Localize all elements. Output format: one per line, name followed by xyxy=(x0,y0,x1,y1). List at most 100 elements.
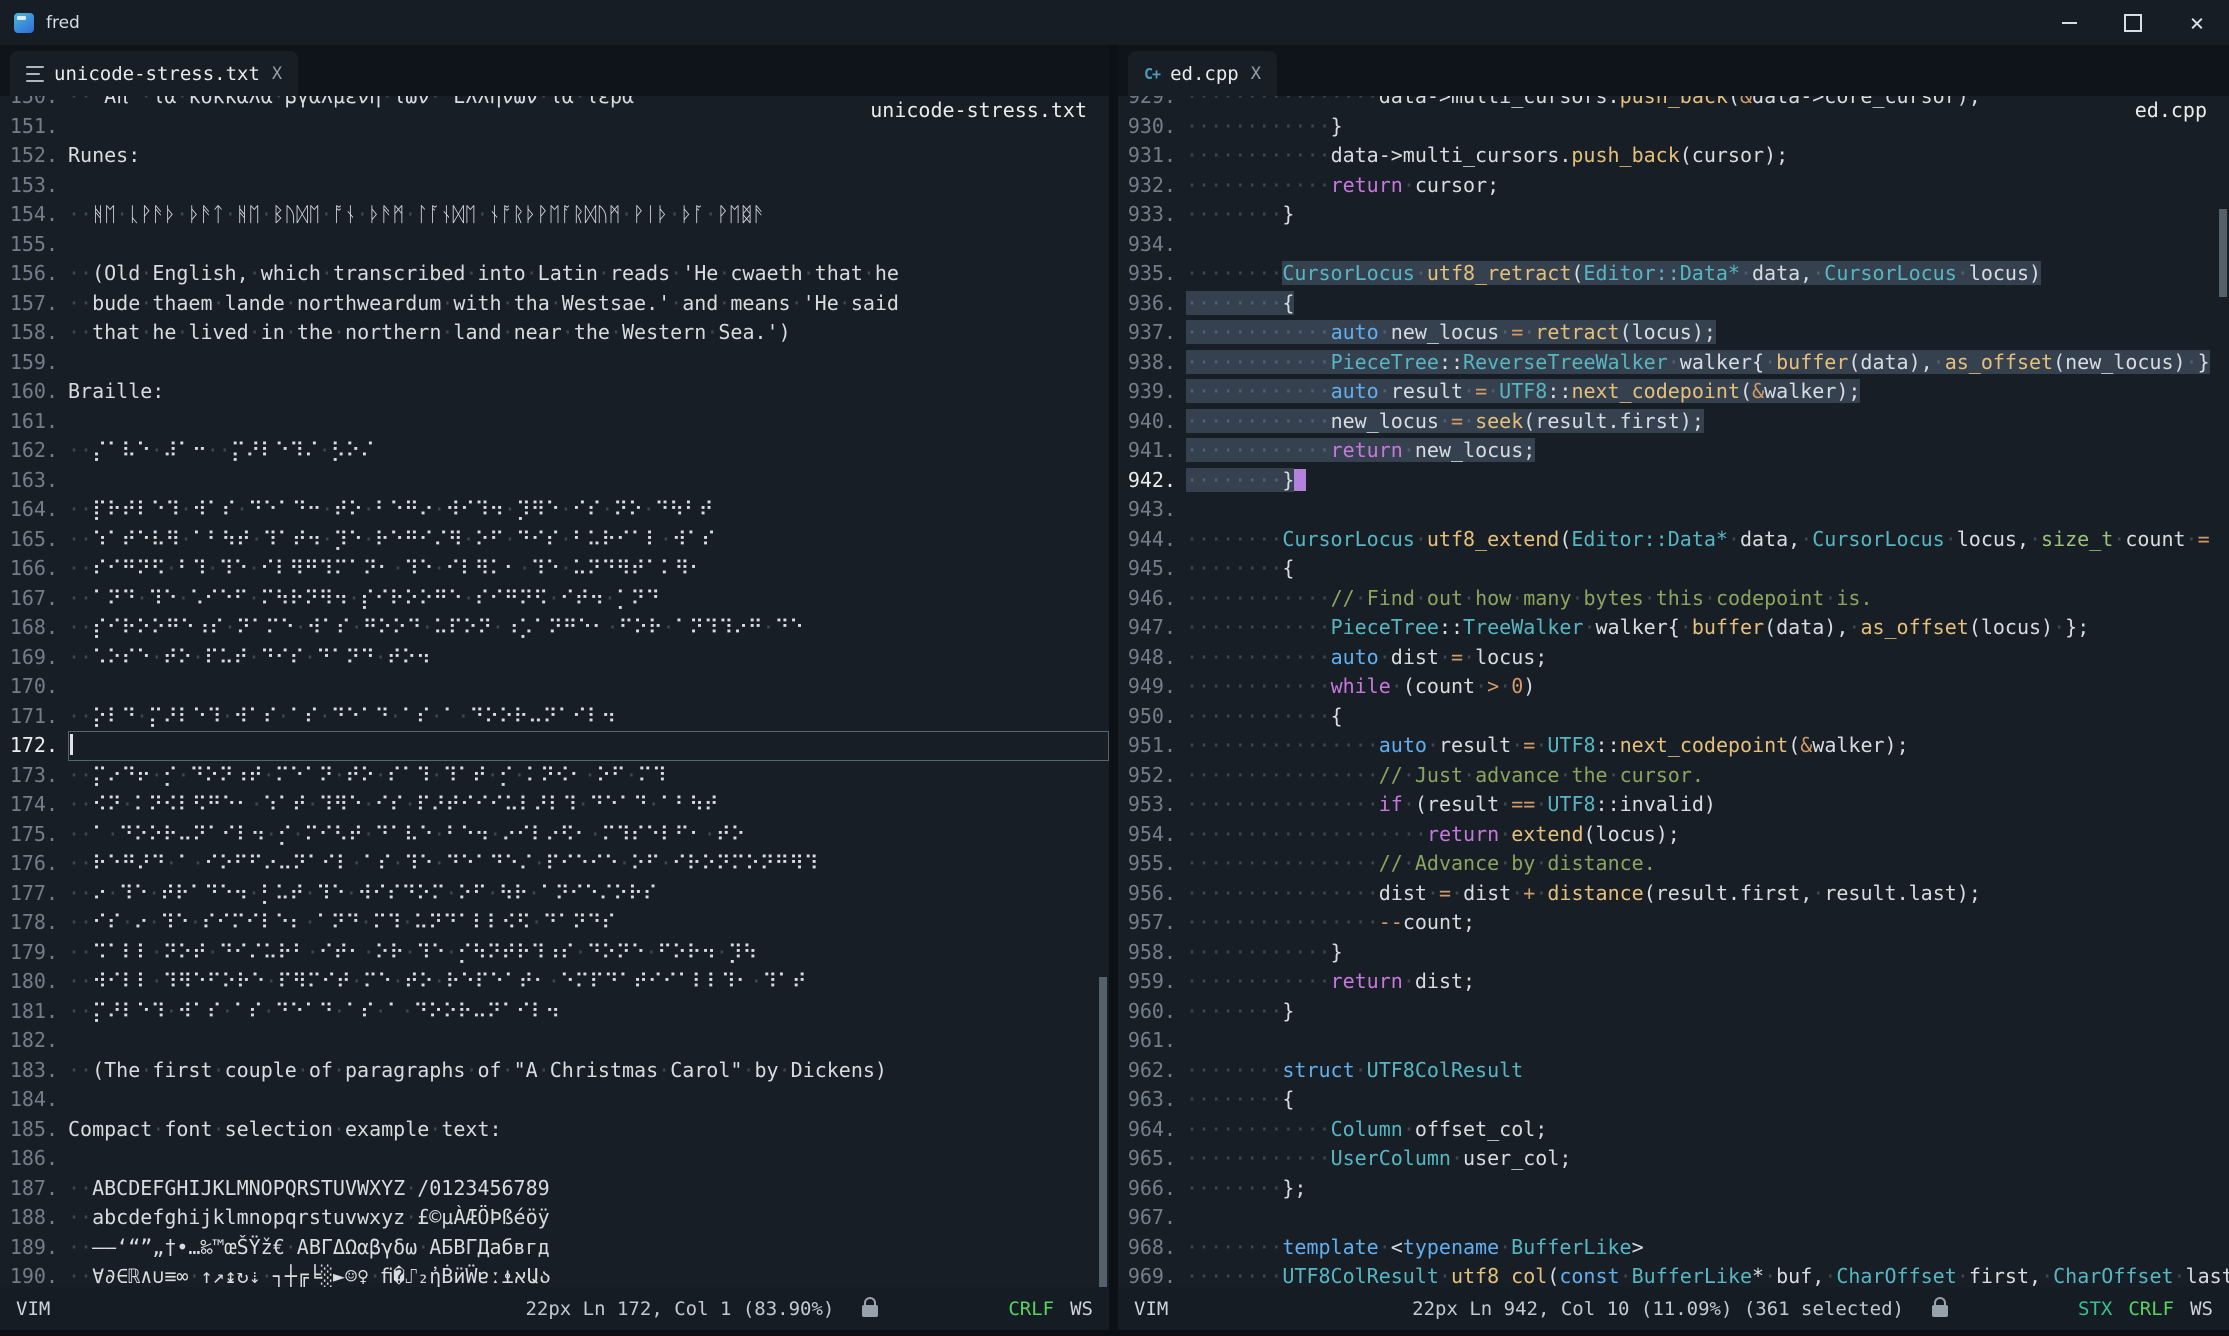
code-area-right[interactable]: ed.cpp 929.················data->multi_c… xyxy=(1118,96,2229,1287)
line-text: ··(The·first·couple·of·paragraphs·of·"A·… xyxy=(68,1056,1109,1086)
tab-close-icon[interactable]: X xyxy=(272,64,282,84)
window-title: fred xyxy=(46,13,80,33)
line-text: ············while·(count·>·0) xyxy=(1186,672,2229,702)
line-number: 173. xyxy=(0,761,68,791)
status-flag-stx: STX xyxy=(2078,1298,2112,1320)
code-line: 183.··(The·first·couple·of·paragraphs·of… xyxy=(0,1056,1109,1086)
scrollbar-thumb-right[interactable] xyxy=(2219,209,2227,297)
code-line: 968.········template·<typename·BufferLik… xyxy=(1118,1233,2229,1263)
line-number: 176. xyxy=(0,849,68,879)
scrollbar-left[interactable] xyxy=(1097,96,1109,1287)
tab-bar-right: C+ ed.cpp X xyxy=(1118,45,2229,96)
code-line: 153. xyxy=(0,171,1109,201)
code-line: 157.··bude·thaem·lande·northweardum·with… xyxy=(0,289,1109,319)
code-line: 953.················if·(result·==·UTF8::… xyxy=(1118,790,2229,820)
line-number: 158. xyxy=(0,318,68,348)
line-text: ··ABCDEFGHIJKLMNOPQRSTUVWXYZ·/0123456789 xyxy=(68,1174,1109,1204)
line-number: 150. xyxy=(0,96,68,112)
line-number: 957. xyxy=(1118,908,1186,938)
code-line: 943. xyxy=(1118,495,2229,525)
line-text: ········} xyxy=(1186,200,2229,230)
editor-split: unicode-stress.txt X unicode-stress.txt … xyxy=(0,45,2229,1330)
line-number: 942. xyxy=(1118,466,1186,496)
line-text xyxy=(68,731,1109,761)
tab-ed-cpp[interactable]: C+ ed.cpp X xyxy=(1128,51,1277,96)
tab-close-icon[interactable]: X xyxy=(1251,64,1261,84)
pane-divider[interactable] xyxy=(1109,45,1118,1330)
close-button[interactable]: × xyxy=(2165,0,2229,45)
code-line: 154.··ᚻᛖ·ᚳᚹᚫᚦ·ᚦᚫᛏ·ᚻᛖ·ᛒᚢᛞᛖ·ᚩᚾ·ᚦᚫᛗ·ᛚᚪᚾᛞᛖ·ᚾ… xyxy=(0,200,1109,230)
line-number: 175. xyxy=(0,820,68,850)
tab-unicode-stress[interactable]: unicode-stress.txt X xyxy=(10,51,298,96)
line-number: 932. xyxy=(1118,171,1186,201)
status-bar-right: VIM 22px Ln 942, Col 10 (11.09%) (361 se… xyxy=(1118,1287,2229,1330)
code-line: 937.············auto·new_locus·=·retract… xyxy=(1118,318,2229,348)
code-line: 963.········{ xyxy=(1118,1085,2229,1115)
scrollbar-thumb-left[interactable] xyxy=(1099,977,1107,1287)
line-text: ············auto·dist·=·locus; xyxy=(1186,643,2229,673)
line-number: 936. xyxy=(1118,289,1186,319)
text-cursor xyxy=(1294,469,1306,491)
code-line: 177.··⠔·⠹⠑·⠞⠗⠁⠙⠑⠲·⡃⠥⠞·⠹⠑·⠺⠊⠎⠙⠕⠍·⠕⠋·⠳⠗·⠁⠝… xyxy=(0,879,1109,909)
maximize-icon xyxy=(2124,14,2142,32)
line-text xyxy=(1186,1203,2229,1233)
line-number: 963. xyxy=(1118,1085,1186,1115)
line-number: 968. xyxy=(1118,1233,1186,1263)
line-text: ··⡕⠇⠙·⡍⠜⠇⠑⠹·⠺⠁⠎·⠁⠎·⠙⠑⠁⠙·⠁⠎·⠁·⠙⠕⠕⠗⠤⠝⠁⠊⠇⠲ xyxy=(68,702,1109,732)
line-number: 189. xyxy=(0,1233,68,1263)
line-number: 943. xyxy=(1118,495,1186,525)
line-number: 931. xyxy=(1118,141,1186,171)
line-text: ··⡍⠔⠙⠖·⡊·⠙⠕⠝⠰⠞·⠍⠑⠁⠝·⠞⠕·⠎⠁⠹·⠹⠁⠞·⡊·⠅⠝⠪⠂·⠕⠋… xyxy=(68,761,1109,791)
filename-overlay: unicode-stress.txt xyxy=(870,98,1087,122)
line-number: 154. xyxy=(0,200,68,230)
line-text: ············UserColumn·user_col; xyxy=(1186,1144,2229,1174)
line-number: 164. xyxy=(0,495,68,525)
code-area-left[interactable]: unicode-stress.txt 150.··᾿Απ᾿·τὰ·κόκκαλα… xyxy=(0,96,1109,1287)
line-text: ··⠱⠁⠞⠑⠧⠻·⠁⠃⠳⠞·⠹⠁⠞⠲·⡹⠑·⠗⠑⠛⠊⠌⠻·⠕⠋·⠙⠊⠎·⠃⠥⠗⠊… xyxy=(68,525,1109,555)
line-text xyxy=(1186,1026,2229,1056)
line-text: ············return·new_locus; xyxy=(1186,436,2229,466)
filename-overlay: ed.cpp xyxy=(2135,98,2207,122)
line-number: 185. xyxy=(0,1115,68,1145)
maximize-button[interactable] xyxy=(2101,0,2165,45)
line-text: ··⠊⠎·⠔·⠹⠑·⠎⠊⠍⠊⠇⠑⠆·⠁⠝⠙·⠍⠹·⠥⠝⠙⠁⠇⠇⠪⠫·⠙⠁⠝⠙⠎ xyxy=(68,908,1109,938)
code-line: 171.··⡕⠇⠙·⡍⠜⠇⠑⠹·⠺⠁⠎·⠁⠎·⠙⠑⠁⠙·⠁⠎·⠁·⠙⠕⠕⠗⠤⠝⠁… xyxy=(0,702,1109,732)
line-text xyxy=(68,1144,1109,1174)
line-number: 178. xyxy=(0,908,68,938)
code-line: 930.············} xyxy=(1118,112,2229,142)
line-number: 187. xyxy=(0,1174,68,1204)
scrollbar-right[interactable] xyxy=(2217,96,2229,1287)
code-line: 172. xyxy=(0,731,1109,761)
line-number: 152. xyxy=(0,141,68,171)
line-text: ················if·(result·==·UTF8::inva… xyxy=(1186,790,2229,820)
tab-label: unicode-stress.txt xyxy=(54,63,260,85)
line-text: ··⠪⠝·⠅⠝⠪⠇⠫⠛⠑⠂·⠱⠁⠞·⠹⠻⠑·⠊⠎·⠏⠜⠞⠊⠊⠊⠥⠇⠜⠇⠹·⠙⠑⠁… xyxy=(68,790,1109,820)
code-line: 961. xyxy=(1118,1026,2229,1056)
code-line: 156.··(Old·English,·which·transcribed·in… xyxy=(0,259,1109,289)
line-number: 168. xyxy=(0,613,68,643)
status-flags-left: CRLFWS xyxy=(1008,1298,1093,1320)
line-text: ··⠺⠊⠇⠇·⠹⠻⠑⠋⠕⠗⠑·⠏⠻⠍⠊⠞·⠍⠑·⠞⠕·⠗⠑⠏⠑⠁⠞⠂·⠑⠍⠏⠙⠁… xyxy=(68,967,1109,997)
line-text: ··⡎⠊⠗⠕⠕⠛⠑⠰⠎·⠝⠁⠍⠑·⠺⠁⠎·⠛⠕⠕⠙·⠥⠏⠕⠝·⠰⡡⠁⠝⠛⠑⠂·⠋… xyxy=(68,613,1109,643)
line-number: 163. xyxy=(0,466,68,496)
line-number: 961. xyxy=(1118,1026,1186,1056)
status-flag-ws: WS xyxy=(2190,1298,2213,1320)
minimize-button[interactable] xyxy=(2037,0,2101,45)
code-line: 180.··⠺⠊⠇⠇·⠹⠻⠑⠋⠕⠗⠑·⠏⠻⠍⠊⠞·⠍⠑·⠞⠕·⠗⠑⠏⠑⠁⠞⠂·⠑… xyxy=(0,967,1109,997)
code-line: 179.··⠩⠁⠇⠇·⠝⠕⠞·⠙⠊⠌⠥⠗⠃·⠊⠞⠂·⠕⠗·⠹⠑·⡊⠳⠝⠞⠗⠹⠰⠎… xyxy=(0,938,1109,968)
line-text: ········{ xyxy=(1186,289,2229,319)
code-line: 158.··that·he·lived·in·the·northern·land… xyxy=(0,318,1109,348)
lock-icon xyxy=(1932,1305,1948,1317)
line-number: 166. xyxy=(0,554,68,584)
line-text xyxy=(1186,495,2229,525)
line-text: ··ᚻᛖ·ᚳᚹᚫᚦ·ᚦᚫᛏ·ᚻᛖ·ᛒᚢᛞᛖ·ᚩᚾ·ᚦᚫᛗ·ᛚᚪᚾᛞᛖ·ᚾᚩᚱᚦᚹ… xyxy=(68,200,1109,230)
line-text: ········}; xyxy=(1186,1174,2229,1204)
code-lines-right: 929.················data->multi_cursors.… xyxy=(1118,96,2229,1287)
code-lines-left: 150.··᾿Απ᾿·τὰ·κόκκαλα·βγαλμένη·τῶν·῾Ελλή… xyxy=(0,96,1109,1287)
code-line: 169.··⠡⠕⠎⠑·⠞⠕·⠏⠥⠞·⠙⠊⠎·⠙⠁⠝⠙·⠞⠕⠲ xyxy=(0,643,1109,673)
line-number: 930. xyxy=(1118,112,1186,142)
line-number: 162. xyxy=(0,436,68,466)
line-number: 966. xyxy=(1118,1174,1186,1204)
line-number: 948. xyxy=(1118,643,1186,673)
code-line: 966.········}; xyxy=(1118,1174,2229,1204)
